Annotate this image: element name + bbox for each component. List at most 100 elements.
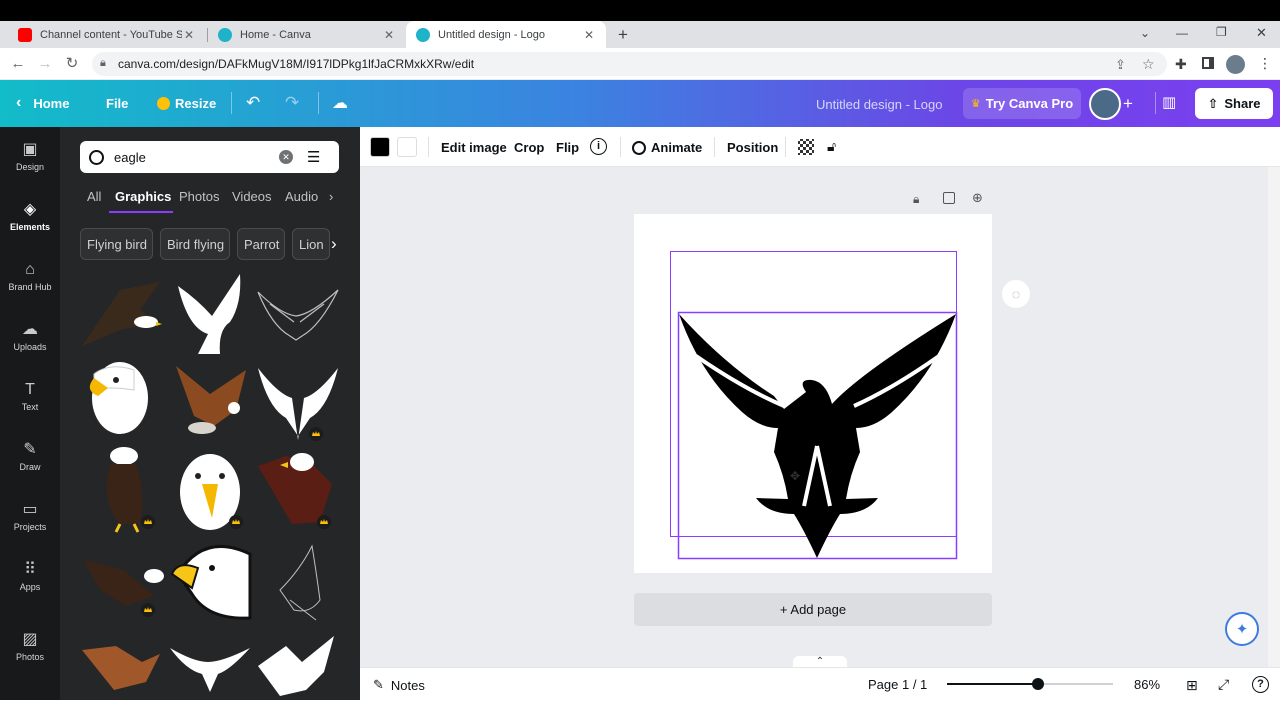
suggestion-chip[interactable]: Lion xyxy=(292,228,330,260)
share-button[interactable]: ⇧ Share xyxy=(1195,88,1273,119)
fullscreen-icon[interactable]: ⤢ xyxy=(1218,676,1229,693)
lock-icon[interactable]: 🔒︎ xyxy=(100,57,106,70)
browser-tab-youtube[interactable]: Channel content - YouTube Studi ✕ xyxy=(8,21,206,48)
rail-item-uploads[interactable]: ☁ Uploads xyxy=(0,307,60,365)
color-swatch-black[interactable] xyxy=(370,137,390,157)
profile-avatar-icon[interactable] xyxy=(1226,55,1245,74)
chevron-left-icon: ‹ xyxy=(16,94,22,111)
comment-icon[interactable]: ◌ xyxy=(1002,280,1030,308)
grid-view-icon[interactable]: ⊞ xyxy=(1186,677,1198,694)
panel-tab-graphics[interactable]: Graphics xyxy=(115,189,171,204)
rail-item-brand-hub[interactable]: ⌂ Brand Hub xyxy=(0,247,60,305)
color-swatch-white[interactable] xyxy=(397,137,417,157)
graphic-eagle-white-wings[interactable] xyxy=(258,368,338,440)
share-page-icon[interactable]: ⇪ xyxy=(1115,57,1126,73)
file-menu-button[interactable]: File xyxy=(106,90,128,116)
browser-menu-icon[interactable]: ⋮ xyxy=(1258,55,1272,72)
flip-button[interactable]: Flip xyxy=(556,140,579,155)
user-avatar[interactable] xyxy=(1089,88,1121,120)
new-tab-button[interactable]: + xyxy=(614,26,632,44)
side-panel-icon[interactable] xyxy=(1202,57,1214,69)
rail-item-design[interactable]: ▣ Design xyxy=(0,127,60,185)
suggestion-chip[interactable]: Flying bird xyxy=(80,228,153,260)
resize-button[interactable]: Resize xyxy=(157,90,216,116)
add-page-icon[interactable]: ⊕ xyxy=(972,190,983,206)
vertical-scrollbar[interactable] xyxy=(1268,167,1280,667)
add-collaborator-icon[interactable]: + xyxy=(1123,95,1133,112)
info-icon[interactable]: i xyxy=(590,138,607,155)
insights-chart-icon[interactable]: ▥ xyxy=(1162,93,1176,111)
rail-item-draw[interactable]: ✎ Draw xyxy=(0,427,60,485)
edit-image-button[interactable]: Edit image xyxy=(441,140,507,155)
search-input[interactable] xyxy=(114,149,274,165)
notes-button[interactable]: ✎ Notes xyxy=(373,677,425,693)
graphic-eagle-sketch[interactable] xyxy=(279,544,321,621)
graphic-eagle-line-art[interactable] xyxy=(257,289,339,341)
panel-tab-all[interactable]: All xyxy=(87,189,101,204)
add-page-button[interactable]: + Add page xyxy=(634,593,992,626)
rail-item-photos[interactable]: ▨ Photos xyxy=(0,617,60,675)
page-indicator[interactable]: Page 1 / 1 xyxy=(868,677,927,692)
graphic-eagle-white-soaring[interactable] xyxy=(170,648,250,692)
panel-tab-photos[interactable]: Photos xyxy=(179,189,219,204)
graphic-eagle-head-cartoon[interactable] xyxy=(170,545,252,620)
close-tab-icon[interactable]: ✕ xyxy=(382,28,396,42)
forward-icon[interactable]: → xyxy=(36,55,54,73)
graphic-eagle-brown-landing[interactable] xyxy=(82,646,160,690)
graphic-eagle-white-silhouette[interactable] xyxy=(178,274,241,354)
undo-icon[interactable]: ↶ xyxy=(246,90,260,116)
clear-search-icon[interactable]: ✕ xyxy=(279,150,293,164)
graphic-eagle-flying-color[interactable] xyxy=(82,282,162,346)
tab-title: Channel content - YouTube Studi xyxy=(40,28,182,41)
magic-assistant-icon[interactable]: ✦ xyxy=(1225,612,1259,646)
suggestion-chip[interactable]: Parrot xyxy=(237,228,285,260)
rail-item-text[interactable]: T Text xyxy=(0,367,60,425)
redo-icon[interactable]: ↷ xyxy=(285,90,299,116)
suggestion-chip[interactable]: Bird flying xyxy=(160,228,230,260)
panel-tab-videos[interactable]: Videos xyxy=(232,189,272,204)
maximize-icon[interactable]: ❐ xyxy=(1216,25,1227,39)
design-title[interactable]: Untitled design - Logo xyxy=(816,97,942,112)
filter-sliders-icon[interactable]: ☰ xyxy=(307,148,320,166)
search-box[interactable]: ✕ ☰ xyxy=(80,141,339,173)
animate-button[interactable]: Animate xyxy=(632,140,702,155)
minimize-icon[interactable]: — xyxy=(1176,26,1188,40)
reload-icon[interactable]: ↻ xyxy=(63,55,81,73)
close-tab-icon[interactable]: ✕ xyxy=(582,28,596,42)
window-close-icon[interactable]: ✕ xyxy=(1256,25,1267,41)
url-text[interactable]: canva.com/design/DAFkMugV18M/I917lDPkg1l… xyxy=(118,57,474,71)
rail-item-elements[interactable]: ◈ Elements xyxy=(0,187,60,245)
rail-item-projects[interactable]: ▭ Projects xyxy=(0,487,60,545)
try-canva-pro-button[interactable]: ♛ Try Canva Pro xyxy=(963,88,1081,119)
tab-title: Untitled design - Logo xyxy=(438,28,546,41)
graphic-eagle-head-bald[interactable] xyxy=(89,362,148,434)
help-icon[interactable]: ? xyxy=(1252,676,1269,693)
bookmark-star-icon[interactable]: ☆ xyxy=(1142,56,1155,73)
graphic-eagle-white-attack[interactable] xyxy=(258,636,334,696)
tabs-scroll-right-icon[interactable]: › xyxy=(329,189,333,204)
chips-scroll-right-icon[interactable]: › xyxy=(331,234,337,254)
back-icon[interactable]: ← xyxy=(9,55,27,73)
transparency-icon[interactable] xyxy=(798,139,814,155)
extensions-icon[interactable]: ✚ xyxy=(1175,56,1187,73)
graphic-eagle-standing[interactable] xyxy=(106,447,143,533)
zoom-level[interactable]: 86% xyxy=(1134,677,1160,692)
eagle-logo-graphic[interactable] xyxy=(679,314,956,558)
rail-item-apps[interactable]: ⠿ Apps xyxy=(0,547,60,605)
graphic-eagle-perched-wings[interactable] xyxy=(258,453,332,524)
lock-element-icon[interactable]: 🔓︎ xyxy=(827,138,836,155)
home-button[interactable]: ‹ Home xyxy=(16,90,69,116)
cloud-save-icon[interactable]: ☁ xyxy=(332,90,348,116)
design-content[interactable]: ✥ xyxy=(634,214,992,573)
duplicate-page-icon[interactable] xyxy=(943,192,955,204)
panel-tab-audio[interactable]: Audio xyxy=(285,189,319,204)
browser-tab-canva-home[interactable]: Home - Canva ✕ xyxy=(208,21,406,48)
browser-tab-canva-design[interactable]: Untitled design - Logo ✕ xyxy=(406,21,606,48)
page-lock-icon[interactable]: 🔒︎ xyxy=(913,192,919,207)
crop-button[interactable]: Crop xyxy=(514,140,544,155)
graphic-eagle-brown-flying[interactable] xyxy=(176,366,246,434)
position-button[interactable]: Position xyxy=(727,140,778,155)
close-tab-icon[interactable]: ✕ xyxy=(182,28,196,42)
graphic-eagle-diving[interactable] xyxy=(84,560,164,606)
tab-search-icon[interactable]: ⌄ xyxy=(1140,26,1150,40)
